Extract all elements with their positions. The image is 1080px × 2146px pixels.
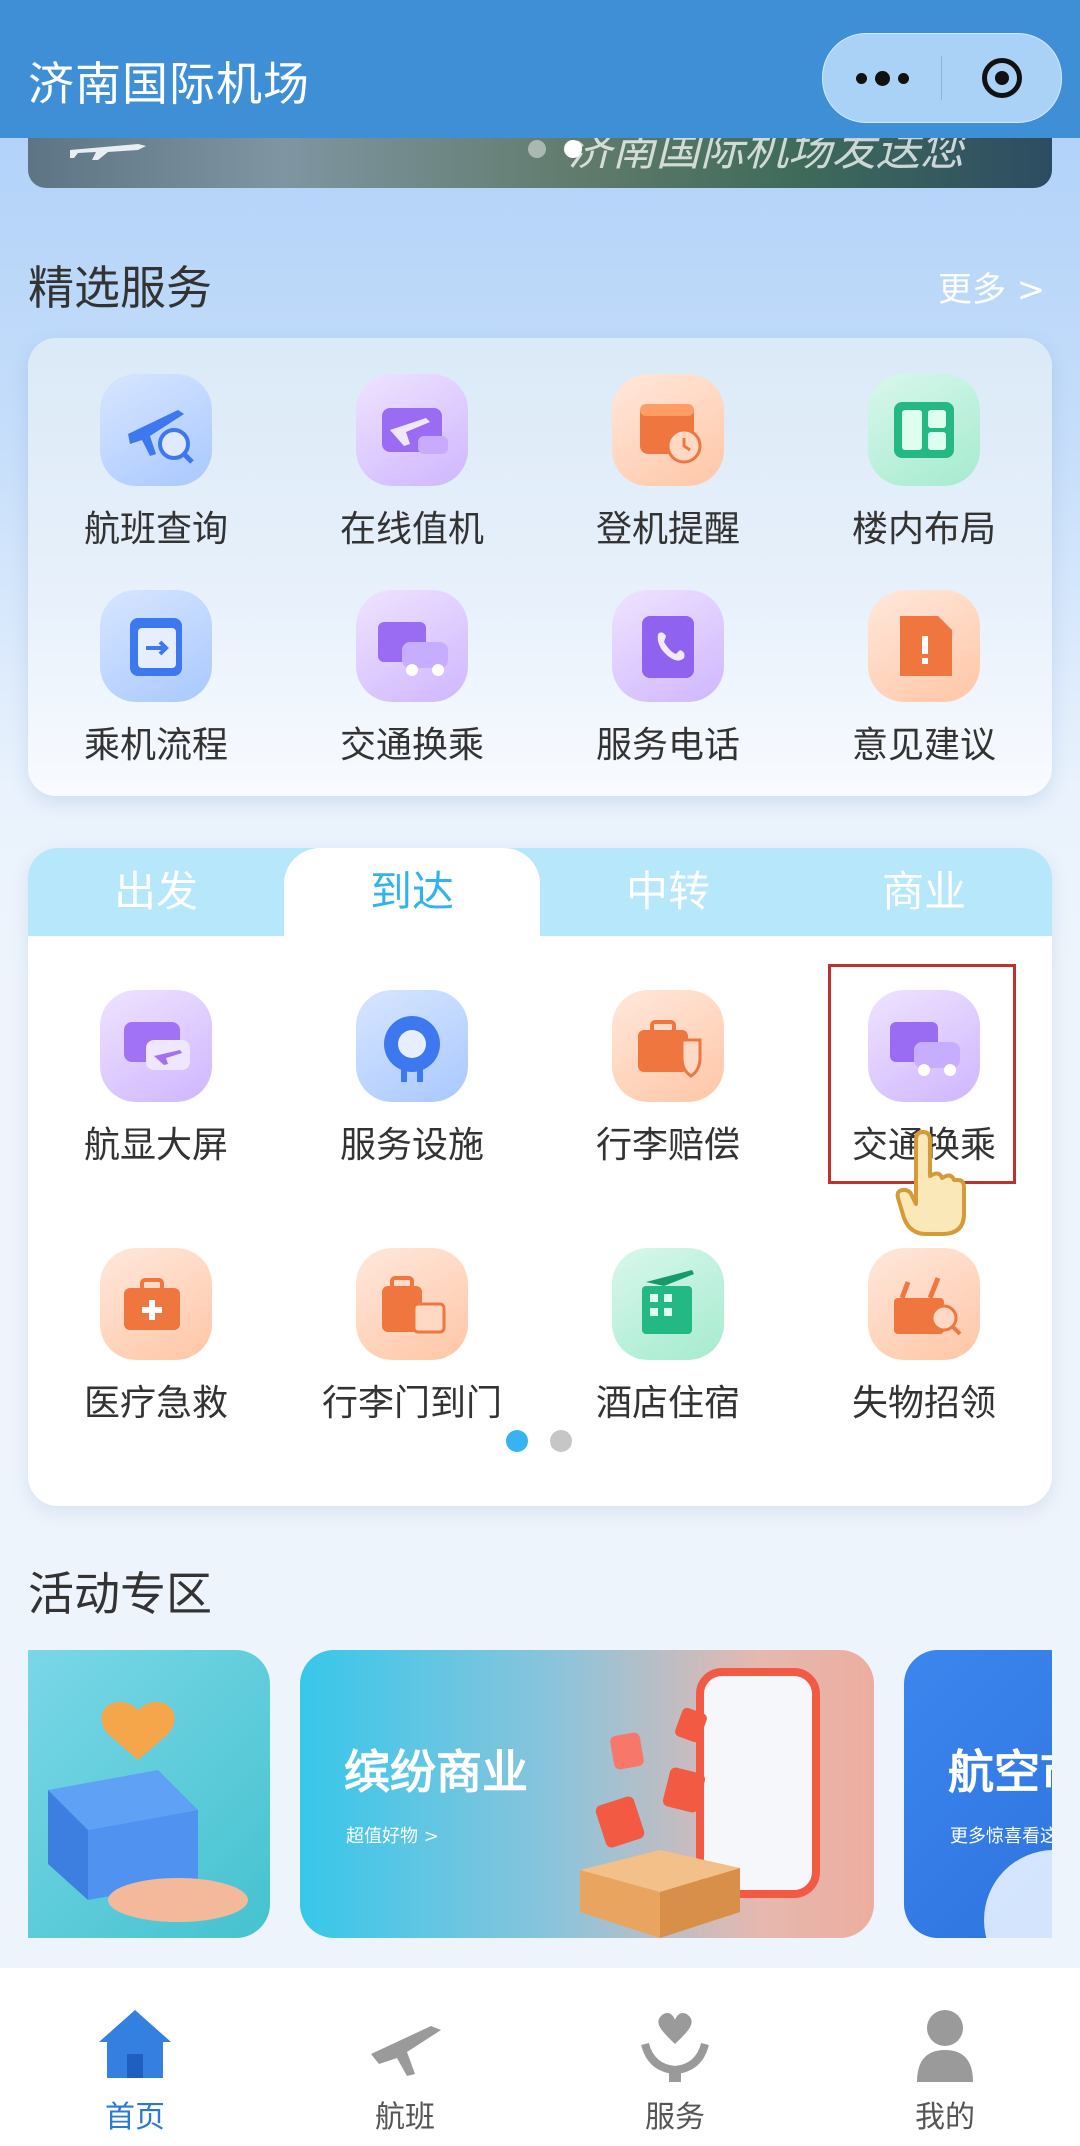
medical-aid-icon <box>100 1248 212 1360</box>
service-label: 交通换乘 <box>339 725 484 766</box>
arrival-flight-display[interactable]: 航显大屏 <box>28 990 284 1168</box>
dot <box>874 70 890 86</box>
nav-profile[interactable]: 我的 <box>810 1968 1080 2146</box>
activity-section-title: 活动专区 <box>28 1567 212 1621</box>
divider <box>941 56 942 100</box>
service-label: 乘机流程 <box>83 725 228 766</box>
nav-label: 首页 <box>105 2100 165 2135</box>
nav-flight[interactable]: 航班 <box>270 1968 540 2146</box>
capsule-menu <box>822 33 1062 123</box>
service-label: 意见建议 <box>851 725 996 766</box>
service-label: 服务电话 <box>595 725 740 766</box>
hotel-icon <box>612 1248 724 1360</box>
service-label: 行李赔偿 <box>595 1125 740 1166</box>
arrival-baggage-compensation[interactable]: 行李赔偿 <box>540 990 796 1168</box>
flight-display-icon <box>100 990 212 1102</box>
target-icon <box>982 58 1022 98</box>
close-button[interactable] <box>943 34 1061 122</box>
nav-service[interactable]: 服务 <box>540 1968 810 2146</box>
dot <box>855 72 867 84</box>
service-label: 航班查询 <box>83 509 228 550</box>
service-label: 失物招领 <box>851 1383 996 1424</box>
pointer-hand-icon <box>895 1130 966 1236</box>
service-label: 酒店住宿 <box>595 1383 740 1424</box>
pager-dot <box>528 140 546 158</box>
mini-program-header: 济南国际机场 <box>0 0 1080 138</box>
service-online-checkin[interactable]: 在线值机 <box>284 374 540 552</box>
app-title: 济南国际机场 <box>28 57 310 111</box>
service-feedback[interactable]: 意见建议 <box>796 590 1052 768</box>
terminal-layout-icon <box>868 374 980 486</box>
featured-section-title: 精选服务 <box>28 261 212 315</box>
service-transport-transfer[interactable]: 交通换乘 <box>284 590 540 768</box>
nav-label: 服务 <box>645 2100 705 2135</box>
arrival-medical-aid[interactable]: 医疗急救 <box>28 1248 284 1426</box>
tab-bar: 出发 到达 中转 商业 <box>28 848 1052 948</box>
dot <box>897 72 909 84</box>
activity-card-gift[interactable] <box>28 1650 270 1938</box>
nav-label: 我的 <box>915 2100 975 2135</box>
baggage-compensation-icon <box>612 990 724 1102</box>
service-label: 航显大屏 <box>83 1125 228 1166</box>
transport-transfer-icon <box>356 590 468 702</box>
service-phone-icon <box>612 590 724 702</box>
arrival-service-facility[interactable]: 服务设施 <box>284 990 540 1168</box>
tab-departure[interactable]: 出发 <box>28 848 284 936</box>
bottom-nav: 首页 航班 服务 我的 <box>0 1968 1080 2146</box>
flight-icon <box>371 2026 441 2076</box>
service-label: 医疗急救 <box>83 1383 228 1424</box>
nav-label: 航班 <box>375 2100 435 2135</box>
service-flight-search[interactable]: 航班查询 <box>28 374 284 552</box>
online-checkin-icon <box>356 374 468 486</box>
tab-transfer[interactable]: 中转 <box>540 848 796 936</box>
service-label: 登机提醒 <box>595 509 740 550</box>
arrival-hotel[interactable]: 酒店住宿 <box>540 1248 796 1426</box>
baggage-delivery-icon <box>356 1248 468 1360</box>
arrival-baggage-delivery[interactable]: 行李门到门 <box>284 1248 540 1426</box>
nav-home[interactable]: 首页 <box>0 1968 270 2146</box>
service-phone[interactable]: 服务电话 <box>540 590 796 768</box>
service-label: 行李门到门 <box>321 1383 502 1424</box>
service-boarding-process[interactable]: 乘机流程 <box>28 590 284 768</box>
activity-card-aviation[interactable]: 航空市 更多惊喜看这 <box>904 1650 1052 1938</box>
featured-services-card: 航班查询 在线值机 登机提醒 楼内布局 乘机流程 交通换乘 服务电话 意见建议 <box>28 338 1052 796</box>
service-label: 服务设施 <box>339 1125 484 1166</box>
service-label: 在线值机 <box>339 509 484 550</box>
flight-search-icon <box>100 374 212 486</box>
service-facility-icon <box>356 990 468 1102</box>
service-boarding-reminder[interactable]: 登机提醒 <box>540 374 796 552</box>
tab-pager <box>506 1430 572 1452</box>
decorative-circle <box>984 1850 1052 1938</box>
gift-box-illustration <box>48 1701 248 1922</box>
arrival-lost-found[interactable]: 失物招领 <box>796 1248 1052 1426</box>
pager-dot <box>550 1430 572 1452</box>
shopping-illustration <box>580 1668 820 1938</box>
tab-arrival[interactable]: 到达 <box>284 848 540 948</box>
service-icon <box>641 2013 709 2082</box>
profile-icon <box>917 2010 973 2082</box>
feedback-icon <box>868 590 980 702</box>
lost-found-icon <box>868 1248 980 1360</box>
more-link[interactable]: 更多 > <box>938 262 1045 311</box>
more-options-button[interactable] <box>823 34 941 122</box>
boarding-process-icon <box>100 590 212 702</box>
boarding-reminder-icon <box>612 374 724 486</box>
pager-dot-active <box>506 1430 528 1452</box>
tab-commerce[interactable]: 商业 <box>796 848 1052 936</box>
home-icon <box>99 2010 171 2078</box>
service-terminal-layout[interactable]: 楼内布局 <box>796 374 1052 552</box>
activity-card-commerce[interactable]: 缤纷商业 超值好物 > <box>300 1650 874 1938</box>
service-label: 楼内布局 <box>851 509 996 550</box>
